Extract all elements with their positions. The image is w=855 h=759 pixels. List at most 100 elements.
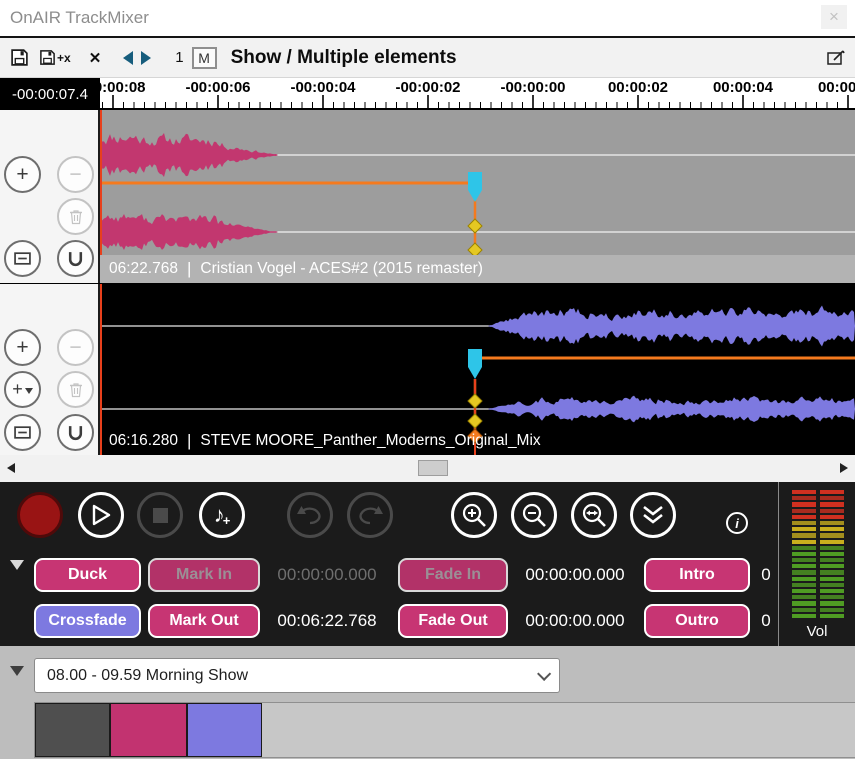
vu-segment <box>820 558 844 562</box>
window-close-button[interactable]: × <box>821 5 847 29</box>
record-button[interactable] <box>17 492 63 538</box>
edit-panel: Duck Mark In 00:00:00.000 Fade In 00:00:… <box>0 548 778 646</box>
vu-segment <box>792 608 816 612</box>
add-element-below-button[interactable]: + <box>4 371 41 408</box>
collapse-triangle-icon[interactable] <box>10 560 24 577</box>
svg-text:00:00:06: 00:00:06 <box>818 79 855 96</box>
remove-element-button[interactable]: − <box>57 329 94 366</box>
vu-segment <box>792 521 816 525</box>
vu-segment <box>792 570 816 574</box>
small-down-triangle-icon <box>25 388 33 398</box>
ruler-ticks: -00:00:08-00:00:06-00:00:04-00:00:02-00:… <box>100 78 855 108</box>
add-element-button[interactable]: + <box>4 156 41 193</box>
remove-element-button[interactable]: − <box>57 156 94 193</box>
hook-u-icon <box>67 424 84 441</box>
svg-text:00:00:04: 00:00:04 <box>713 79 774 96</box>
double-chevron-down-icon <box>640 504 666 526</box>
undo-button[interactable] <box>287 492 333 538</box>
vu-segment <box>820 552 844 556</box>
vu-segment <box>792 577 816 581</box>
vu-segment <box>792 496 816 500</box>
track-2-length: 06:16.280 <box>109 432 178 450</box>
vu-segment <box>820 595 844 599</box>
track-1-waveform-area[interactable]: 06:22.768 | Cristian Vogel - ACES#2 (201… <box>100 110 855 283</box>
remove-element-button[interactable]: ✕ <box>89 49 102 67</box>
floppy-icon <box>39 49 56 66</box>
playlist-block[interactable] <box>110 703 187 757</box>
intro-time: 0 <box>756 558 776 592</box>
track-2-title: STEVE MOORE_Panther_Moderns_Original_Mix <box>200 432 540 450</box>
hook-button[interactable] <box>57 240 94 277</box>
vu-segment <box>792 509 816 513</box>
outro-button[interactable]: Outro <box>644 604 750 638</box>
playlist-block[interactable] <box>35 703 110 757</box>
divider: | <box>187 259 191 279</box>
element-list-button[interactable] <box>4 414 41 451</box>
vu-segment <box>820 509 844 513</box>
control-panel: ♪+ i Duck <box>0 482 855 646</box>
playlist-block[interactable] <box>187 703 262 757</box>
info-button[interactable]: i <box>726 512 748 534</box>
playlist-block-bar[interactable] <box>34 702 855 758</box>
expand-down-button[interactable] <box>630 492 676 538</box>
vu-segment <box>820 608 844 612</box>
redo-button[interactable] <box>347 492 393 538</box>
svg-text:-00:00:08: -00:00:08 <box>100 79 146 96</box>
vu-segment <box>820 614 844 618</box>
hook-button[interactable] <box>57 414 94 451</box>
transport-bar: ♪+ i <box>0 482 778 548</box>
track-1-title: Cristian Vogel - ACES#2 (2015 remaster) <box>200 260 483 278</box>
zoom-in-button[interactable] <box>451 492 497 538</box>
marker-mode-button[interactable]: M <box>192 47 217 69</box>
mark-in-time: 00:00:00.000 <box>264 558 390 592</box>
svg-text:-00:00:00: -00:00:00 <box>500 79 565 96</box>
floppy-icon <box>10 48 29 67</box>
mark-out-time: 00:06:22.768 <box>264 604 390 638</box>
collapse-triangle-icon[interactable] <box>10 666 24 683</box>
scroll-left-arrow[interactable] <box>7 463 15 473</box>
scrollbar-thumb[interactable] <box>418 460 448 476</box>
prev-arrow-button[interactable] <box>123 51 133 65</box>
annotation-button[interactable] <box>827 50 845 66</box>
vu-segment <box>792 490 816 494</box>
vu-segment <box>792 558 816 562</box>
crossfade-button[interactable]: Crossfade <box>34 604 141 638</box>
intro-button[interactable]: Intro <box>644 558 750 592</box>
add-element-button[interactable]: + <box>4 329 41 366</box>
duck-button[interactable]: Duck <box>34 558 141 592</box>
redo-icon <box>357 504 383 526</box>
element-list-button[interactable] <box>4 240 41 277</box>
titlebar: OnAIR TrackMixer × <box>0 0 855 36</box>
zoom-out-button[interactable] <box>511 492 557 538</box>
stop-button[interactable] <box>137 492 183 538</box>
mark-in-button[interactable]: Mark In <box>148 558 260 592</box>
toolbar: +x ✕ 1 M Show / Multiple elements <box>0 36 855 78</box>
track-2-waveform-area[interactable]: 06:16.280 | STEVE MOORE_Panther_Moderns_… <box>100 284 855 455</box>
vu-segment <box>820 589 844 593</box>
vu-segment <box>792 540 816 544</box>
scroll-right-arrow[interactable] <box>840 463 848 473</box>
vu-meter-column <box>792 490 816 620</box>
zoom-out-icon <box>520 501 548 529</box>
vu-segment <box>820 540 844 544</box>
track-1-info-bar: 06:22.768 | Cristian Vogel - ACES#2 (201… <box>100 255 855 283</box>
playlist-section: 08.00 - 09.59 Morning Show <box>0 646 855 759</box>
save-and-remove-button[interactable]: +x <box>39 49 71 66</box>
mark-out-button[interactable]: Mark Out <box>148 604 260 638</box>
trash-icon <box>69 382 83 398</box>
save-button[interactable] <box>10 48 29 67</box>
play-button[interactable] <box>78 492 124 538</box>
zoom-fit-button[interactable] <box>571 492 617 538</box>
next-arrow-button[interactable] <box>141 51 151 65</box>
horizontal-scrollbar[interactable] <box>0 455 855 482</box>
fade-out-button[interactable]: Fade Out <box>398 604 508 638</box>
fade-in-button[interactable]: Fade In <box>398 558 508 592</box>
ruler-scale[interactable]: -00:00:08-00:00:06-00:00:04-00:00:02-00:… <box>100 78 855 110</box>
vu-meter <box>792 490 844 620</box>
show-select-dropdown[interactable]: 08.00 - 09.59 Morning Show <box>34 658 560 693</box>
delete-track-button[interactable] <box>57 198 94 235</box>
delete-track-button[interactable] <box>57 371 94 408</box>
trackmixer-window: OnAIR TrackMixer × +x ✕ 1 M Show / Multi… <box>0 0 855 759</box>
add-jingle-button[interactable]: ♪+ <box>199 492 245 538</box>
vu-segment <box>792 533 816 537</box>
